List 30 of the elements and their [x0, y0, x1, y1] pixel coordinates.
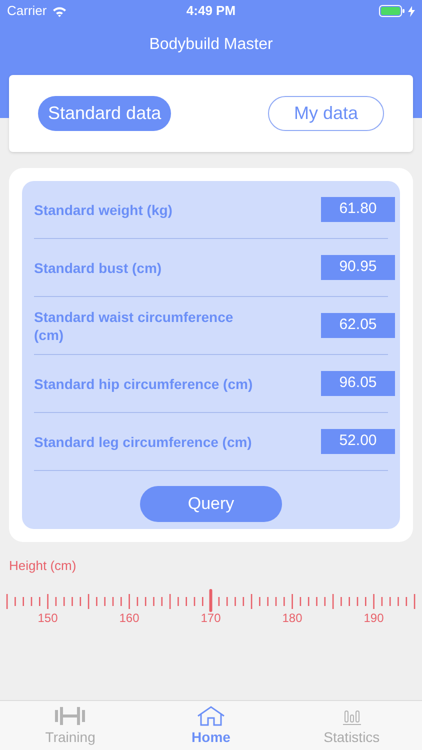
tab-bar-item[interactable]: Statistics [281, 701, 422, 750]
charging-icon [408, 6, 415, 16]
measurement-label: Standard weight (kg) [34, 200, 174, 218]
measurement-label: Standard bust (cm) [34, 258, 163, 276]
segment-tab[interactable]: My data [268, 96, 384, 131]
measurement-value: 96.05 [321, 371, 395, 396]
measurement-label: Standard hip circumference (cm) [34, 374, 254, 392]
dumbbell-icon [53, 705, 88, 727]
height-ruler[interactable]: 150 160 170 180 190 [0, 584, 422, 624]
app-title: Bodybuild Master [149, 35, 273, 55]
measurement-value: 62.05 [321, 313, 395, 338]
clock-time: 4:49 PM [186, 2, 236, 20]
measurement-value: 90.95 [321, 255, 395, 280]
carrier-label: Carrier [7, 2, 47, 20]
ruler-tick-label: 190 [364, 611, 384, 624]
ruler-label: Height (cm) [9, 558, 76, 573]
measurement-value: 52.00 [321, 429, 395, 454]
tab-bar-item[interactable]: Home [140, 701, 282, 750]
measurement-value: 61.80 [321, 197, 395, 222]
measurement-label: Standard leg circumference (cm) [34, 432, 253, 450]
measurement-label: Standard waist circumference (cm) [34, 308, 234, 344]
ruler-tick-label: 150 [38, 611, 58, 624]
segment-tab[interactable]: Standard data [38, 96, 172, 131]
wifi-icon [52, 6, 67, 16]
ruler-tick-label: 180 [282, 611, 302, 624]
ruler-tick-label: 160 [119, 611, 140, 624]
ruler-tick-label: 170 [200, 611, 221, 624]
query-button[interactable]: Query [140, 486, 282, 522]
tab-bar-item[interactable]: Training [0, 701, 141, 750]
battery-icon [379, 5, 405, 17]
